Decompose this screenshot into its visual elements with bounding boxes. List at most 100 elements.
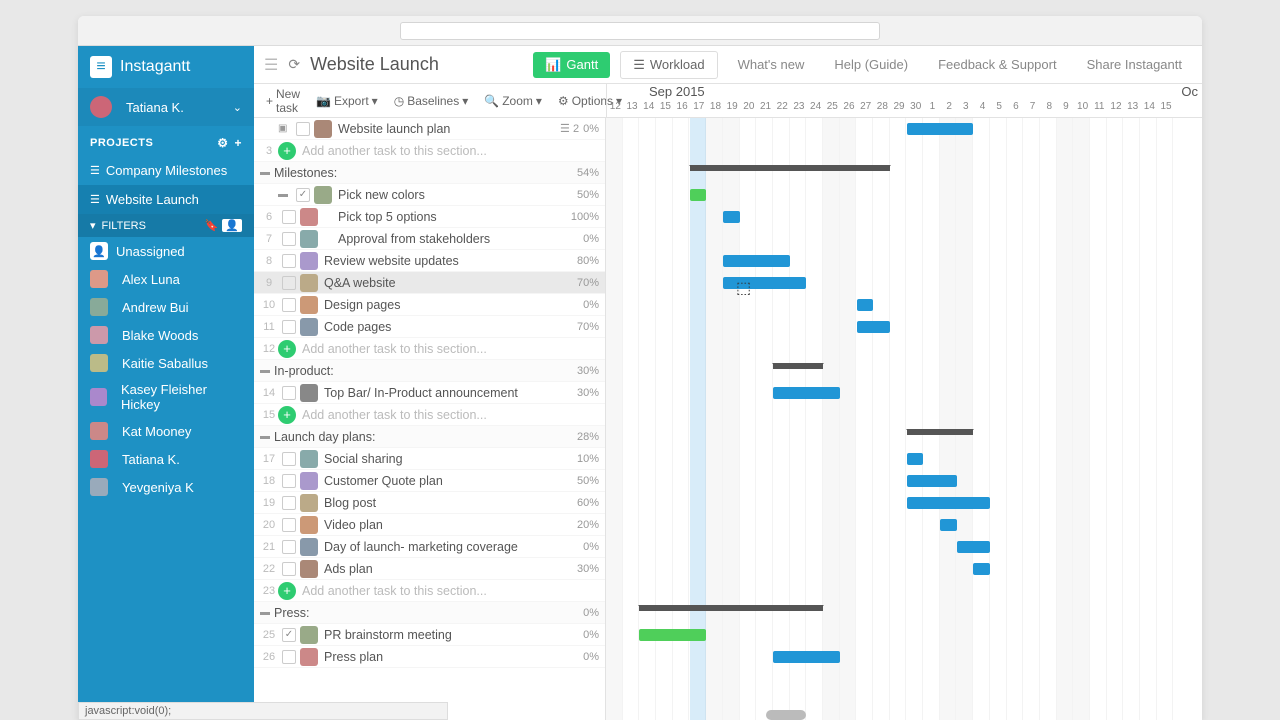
checkbox[interactable] bbox=[282, 496, 296, 510]
user-menu[interactable]: Tatiana K. ⌄ bbox=[78, 88, 254, 126]
assignee-avatar[interactable] bbox=[300, 208, 318, 226]
checkbox[interactable] bbox=[282, 210, 296, 224]
person-filter-kaitie-saballus[interactable]: Kaitie Saballus bbox=[78, 349, 254, 377]
assignee-avatar[interactable] bbox=[300, 384, 318, 402]
new-task-button[interactable]: +New task bbox=[260, 83, 306, 119]
task-row[interactable]: 18Customer Quote plan50% bbox=[254, 470, 605, 492]
assignee-avatar[interactable] bbox=[300, 296, 318, 314]
collapse-icon[interactable]: ▬ bbox=[260, 365, 274, 376]
refresh-icon[interactable]: ⟳ bbox=[288, 56, 300, 73]
assignee-avatar[interactable] bbox=[300, 230, 318, 248]
task-row[interactable]: 19Blog post60% bbox=[254, 492, 605, 514]
checkbox[interactable] bbox=[282, 386, 296, 400]
checkbox[interactable] bbox=[282, 628, 296, 642]
task-row[interactable]: 7Approval from stakeholders0% bbox=[254, 228, 605, 250]
gantt-group-bracket[interactable] bbox=[690, 165, 890, 171]
task-row[interactable]: ▬Pick new colors50% bbox=[254, 184, 605, 206]
link-feedback[interactable]: Feedback & Support bbox=[928, 57, 1067, 72]
checkbox[interactable] bbox=[282, 276, 296, 290]
add-icon[interactable]: + bbox=[278, 582, 296, 600]
task-row[interactable]: 9Q&A website70% bbox=[254, 272, 605, 294]
assignee-avatar[interactable] bbox=[300, 538, 318, 556]
task-row[interactable]: 17Social sharing10% bbox=[254, 448, 605, 470]
checkbox[interactable] bbox=[282, 298, 296, 312]
zoom-button[interactable]: 🔍Zoom▾ bbox=[478, 90, 548, 112]
person-filter-tatiana-k.[interactable]: Tatiana K. bbox=[78, 445, 254, 473]
section-header[interactable]: ▬Milestones:54% bbox=[254, 162, 605, 184]
baselines-button[interactable]: ◷Baselines▾ bbox=[388, 90, 475, 112]
gantt-chart[interactable]: ⬚ bbox=[606, 118, 1202, 720]
task-row[interactable]: 10Design pages0% bbox=[254, 294, 605, 316]
checkbox[interactable] bbox=[296, 188, 310, 202]
add-icon[interactable]: + bbox=[278, 340, 296, 358]
url-bar[interactable] bbox=[400, 22, 880, 40]
brand[interactable]: ≡ Instagantt bbox=[78, 46, 254, 88]
menu-icon[interactable]: ☰ bbox=[264, 55, 278, 75]
gantt-bar[interactable] bbox=[907, 123, 974, 135]
assignee-avatar[interactable] bbox=[300, 274, 318, 292]
assignee-avatar[interactable] bbox=[300, 648, 318, 666]
task-row[interactable]: 20Video plan20% bbox=[254, 514, 605, 536]
workload-button[interactable]: ☰ Workload bbox=[620, 51, 717, 79]
person-filter-kasey-fleisher-hickey[interactable]: Kasey Fleisher Hickey bbox=[78, 377, 254, 417]
assignee-avatar[interactable] bbox=[300, 252, 318, 270]
checkbox[interactable] bbox=[282, 232, 296, 246]
task-row[interactable]: 6Pick top 5 options100% bbox=[254, 206, 605, 228]
expand-icon[interactable]: ▣ bbox=[278, 123, 292, 134]
assignee-avatar[interactable] bbox=[300, 318, 318, 336]
person-filter-andrew-bui[interactable]: Andrew Bui bbox=[78, 293, 254, 321]
assignee-avatar[interactable] bbox=[300, 516, 318, 534]
checkbox[interactable] bbox=[282, 452, 296, 466]
gantt-bar[interactable] bbox=[773, 387, 840, 399]
person-filter-alex-luna[interactable]: Alex Luna bbox=[78, 265, 254, 293]
checkbox[interactable] bbox=[296, 122, 310, 136]
assignee-avatar[interactable] bbox=[300, 494, 318, 512]
assignee-avatar[interactable] bbox=[314, 186, 332, 204]
add-task-row[interactable]: 23+Add another task to this section... bbox=[254, 580, 605, 602]
link-help[interactable]: Help (Guide) bbox=[824, 57, 918, 72]
project-company-milestones[interactable]: ☰ Company Milestones bbox=[78, 156, 254, 185]
link-whats-new[interactable]: What's new bbox=[728, 57, 815, 72]
task-row[interactable]: 8Review website updates80% bbox=[254, 250, 605, 272]
gantt-button[interactable]: 📊 Gantt bbox=[533, 52, 610, 78]
assignee-avatar[interactable] bbox=[300, 626, 318, 644]
gantt-bar[interactable] bbox=[957, 541, 990, 553]
add-task-row[interactable]: 12+Add another task to this section... bbox=[254, 338, 605, 360]
task-row[interactable]: 14Top Bar/ In-Product announcement30% bbox=[254, 382, 605, 404]
collapse-icon[interactable]: ▬ bbox=[260, 431, 274, 442]
checkbox[interactable] bbox=[282, 518, 296, 532]
person-filter-blake-woods[interactable]: Blake Woods bbox=[78, 321, 254, 349]
assignee-avatar[interactable] bbox=[300, 450, 318, 468]
checkbox[interactable] bbox=[282, 254, 296, 268]
assignee-avatar[interactable] bbox=[314, 120, 332, 138]
project-website-launch[interactable]: ☰ Website Launch bbox=[78, 185, 254, 214]
person-filter-unassigned[interactable]: 👤Unassigned bbox=[78, 237, 254, 265]
add-icon[interactable]: + bbox=[278, 406, 296, 424]
gantt-bar[interactable] bbox=[857, 321, 890, 333]
person-filter-kat-mooney[interactable]: Kat Mooney bbox=[78, 417, 254, 445]
checkbox[interactable] bbox=[282, 474, 296, 488]
export-button[interactable]: 📷Export▾ bbox=[310, 90, 384, 112]
gantt-bar[interactable] bbox=[639, 629, 706, 641]
gantt-bar[interactable] bbox=[857, 299, 874, 311]
gantt-bar[interactable] bbox=[773, 651, 840, 663]
gantt-bar[interactable] bbox=[907, 453, 924, 465]
section-header[interactable]: ▬Launch day plans:28% bbox=[254, 426, 605, 448]
task-row[interactable]: 25PR brainstorm meeting0% bbox=[254, 624, 605, 646]
gantt-bar[interactable] bbox=[723, 255, 790, 267]
add-task-row[interactable]: 3+Add another task to this section... bbox=[254, 140, 605, 162]
checkbox[interactable] bbox=[282, 320, 296, 334]
section-header[interactable]: ▬In-product:30% bbox=[254, 360, 605, 382]
gantt-bar[interactable] bbox=[690, 189, 707, 201]
person-filter-yevgeniya-k[interactable]: Yevgeniya K bbox=[78, 473, 254, 501]
add-task-row[interactable]: 15+Add another task to this section... bbox=[254, 404, 605, 426]
assignee-avatar[interactable] bbox=[300, 560, 318, 578]
task-row[interactable]: 21Day of launch- marketing coverage0% bbox=[254, 536, 605, 558]
gantt-bar[interactable] bbox=[973, 563, 990, 575]
gantt-group-bracket[interactable] bbox=[773, 363, 823, 369]
filters-header[interactable]: ▾ FILTERS 🔖 👤 bbox=[78, 214, 254, 237]
expand-icon[interactable]: ▬ bbox=[278, 189, 292, 200]
gear-icon[interactable]: ⚙ bbox=[217, 136, 228, 150]
add-icon[interactable]: + bbox=[278, 142, 296, 160]
gantt-bar[interactable] bbox=[907, 497, 991, 509]
